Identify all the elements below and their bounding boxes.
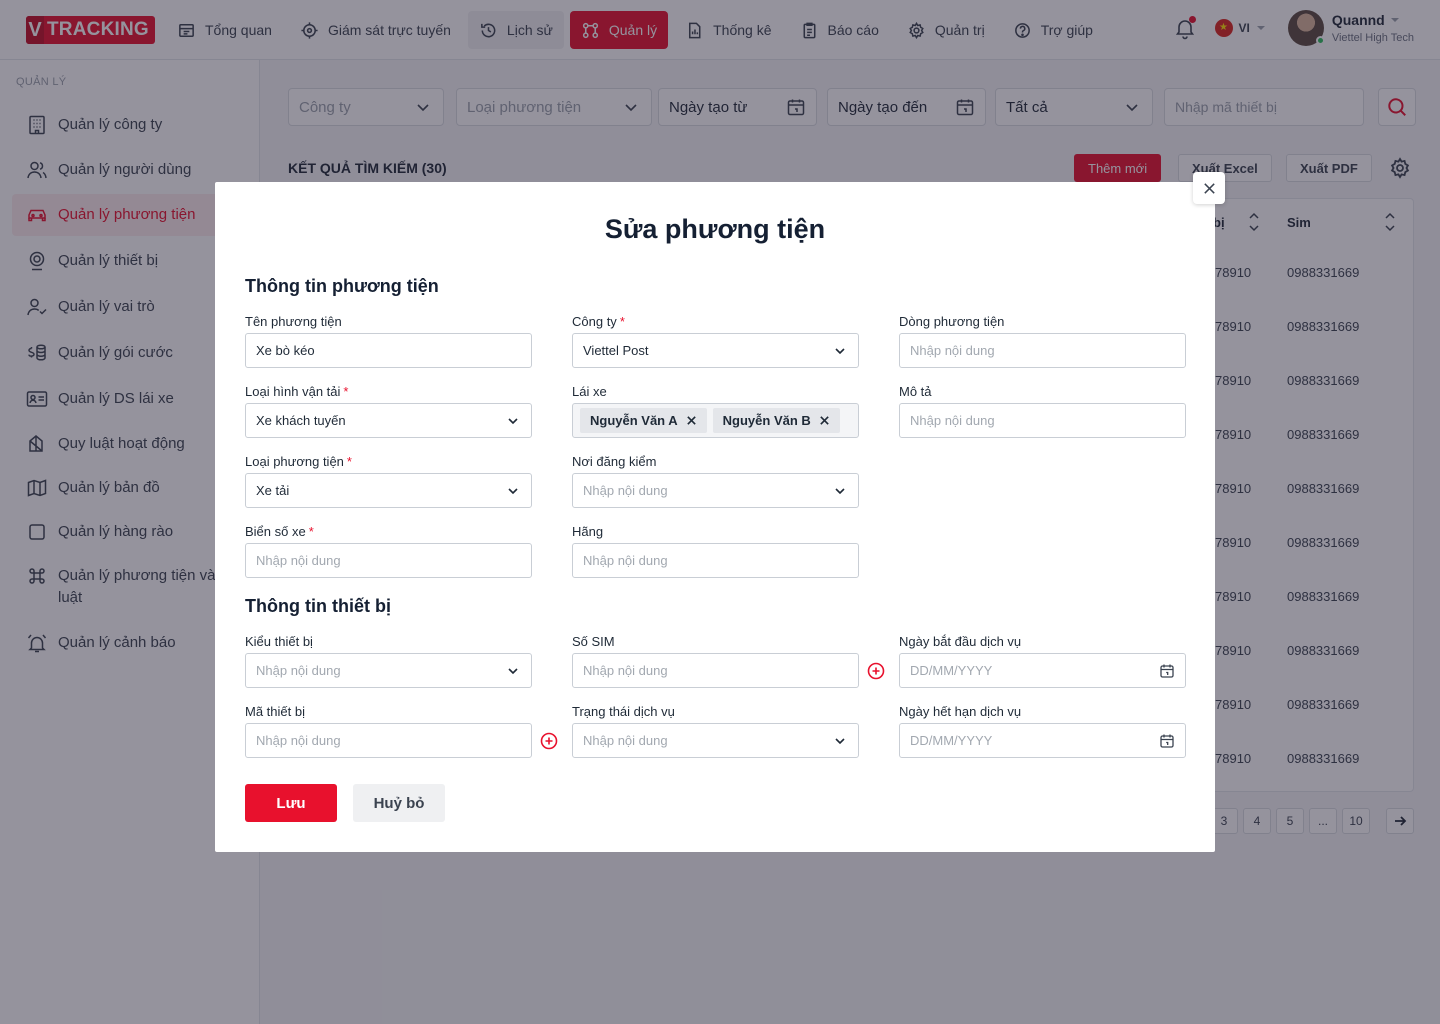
- chevron-down-icon: [835, 737, 845, 744]
- input-placeholder: DD/MM/YYYY: [910, 663, 993, 678]
- input-placeholder: DD/MM/YYYY: [910, 733, 993, 748]
- select-placeholder: Nhập nội dung: [256, 663, 341, 678]
- field-label: Công ty *: [572, 314, 625, 329]
- required-mark: *: [343, 384, 349, 399]
- modal-close-button[interactable]: [1193, 172, 1225, 204]
- driver-tag: Nguyễn Văn A: [580, 408, 707, 433]
- calendar-icon[interactable]: [1159, 663, 1175, 679]
- required-mark: *: [619, 314, 625, 329]
- calendar-icon[interactable]: [1159, 733, 1175, 749]
- input-placeholder: Nhập nội dung: [583, 663, 668, 678]
- vehicle-name-input[interactable]: Xe bò kéo: [245, 333, 532, 368]
- label-text: Mô tả: [899, 384, 932, 399]
- input-placeholder: Nhập nội dung: [256, 733, 341, 748]
- input-placeholder: Nhập nội dung: [910, 343, 995, 358]
- device-code-input[interactable]: Nhập nội dung: [245, 723, 532, 758]
- field-label: Hãng: [572, 524, 603, 539]
- field-label: Mã thiết bị: [245, 704, 305, 719]
- label-text: Nơi đăng kiểm: [572, 454, 657, 469]
- modal-title: Sửa phương tiện: [604, 214, 826, 244]
- label-text: Công ty: [572, 314, 617, 329]
- device-model-select[interactable]: Nhập nội dung: [245, 653, 532, 688]
- close-icon: [1203, 182, 1215, 194]
- required-mark: *: [308, 524, 314, 539]
- select-placeholder: Nhập nội dung: [583, 733, 668, 748]
- field-label: Mô tả: [899, 384, 932, 399]
- field-label: Biển số xe *: [245, 524, 314, 539]
- chevron-down-icon: [835, 487, 845, 494]
- edit-vehicle-modal: Sửa phương tiện Thông tin phương tiện Tê…: [215, 182, 1215, 852]
- service-end-date-input[interactable]: DD/MM/YYYY: [899, 723, 1186, 758]
- vehicle-kind-select[interactable]: Xe tải: [245, 473, 532, 508]
- input-placeholder: Nhập nội dung: [256, 553, 341, 568]
- add-circle-icon[interactable]: [867, 662, 885, 680]
- field-label: Trạng thái dịch vụ: [572, 704, 675, 719]
- input-value: Xe bò kéo: [256, 343, 315, 358]
- field-label: Ngày bắt đầu dịch vụ: [899, 634, 1021, 649]
- chevron-down-icon: [835, 347, 845, 354]
- license-plate-input[interactable]: Nhập nội dung: [245, 543, 532, 578]
- label-text: Hãng: [572, 524, 604, 539]
- close-icon[interactable]: [819, 415, 830, 426]
- field-label: Nơi đăng kiểm: [572, 454, 656, 469]
- description-input[interactable]: Nhập nội dung: [899, 403, 1186, 438]
- save-button[interactable]: Lưu: [245, 784, 337, 822]
- label-text: Lái xe: [572, 384, 607, 399]
- close-icon[interactable]: [686, 415, 697, 426]
- inspection-place-select[interactable]: Nhập nội dung: [572, 473, 859, 508]
- cancel-button[interactable]: Huỷ bỏ: [353, 784, 445, 822]
- chevron-down-icon: [508, 667, 518, 674]
- label-text: Kiểu thiết bị: [245, 634, 313, 649]
- field-label: Kiểu thiết bị: [245, 634, 313, 649]
- input-placeholder: Nhập nội dung: [910, 413, 995, 428]
- label-text: Ngày bắt đầu dịch vụ: [899, 634, 1022, 649]
- required-mark: *: [346, 454, 352, 469]
- field-label: Số SIM: [572, 634, 615, 649]
- company-select[interactable]: Viettel Post: [572, 333, 859, 368]
- vehicle-line-input[interactable]: Nhập nội dung: [899, 333, 1186, 368]
- field-label: Dòng phương tiện: [899, 314, 1004, 329]
- transport-type-select[interactable]: Xe khách tuyến: [245, 403, 532, 438]
- select-value: Viettel Post: [583, 343, 649, 358]
- field-label: Loại phương tiện *: [245, 454, 352, 469]
- tag-label: Nguyễn Văn B: [722, 413, 811, 428]
- drivers-multiselect[interactable]: Nguyễn Văn A Nguyễn Văn B: [572, 403, 859, 438]
- input-placeholder: Nhập nội dung: [583, 553, 668, 568]
- label-text: Dòng phương tiện: [899, 314, 1005, 329]
- tag-label: Nguyễn Văn A: [590, 413, 678, 428]
- label-text: Ngày hết hạn dịch vụ: [899, 704, 1022, 719]
- chevron-down-icon: [508, 417, 518, 424]
- select-placeholder: Nhập nội dung: [583, 483, 668, 498]
- chevron-down-icon: [508, 487, 518, 494]
- select-value: Xe tải: [256, 483, 290, 498]
- sim-number-input[interactable]: Nhập nội dung: [572, 653, 859, 688]
- field-label: Ngày hết hạn dịch vụ: [899, 704, 1021, 719]
- label-text: Số SIM: [572, 634, 615, 649]
- field-label: Loại hình vận tải *: [245, 384, 348, 399]
- label-text: Mã thiết bị: [245, 704, 305, 719]
- select-value: Xe khách tuyến: [256, 413, 346, 428]
- label-text: Tên phương tiện: [245, 314, 342, 329]
- section-device-info: Thông tin thiết bị: [245, 596, 391, 616]
- section-vehicle-info: Thông tin phương tiện: [245, 276, 439, 296]
- field-label: Tên phương tiện: [245, 314, 342, 329]
- brand-input[interactable]: Nhập nội dung: [572, 543, 859, 578]
- label-text: Loại hình vận tải: [245, 384, 341, 399]
- driver-tag: Nguyễn Văn B: [712, 408, 840, 433]
- service-status-select[interactable]: Nhập nội dung: [572, 723, 859, 758]
- add-circle-icon[interactable]: [540, 732, 558, 750]
- label-text: Biển số xe: [245, 524, 306, 539]
- field-label: Lái xe: [572, 384, 607, 399]
- label-text: Trạng thái dịch vụ: [572, 704, 675, 719]
- service-start-date-input[interactable]: DD/MM/YYYY: [899, 653, 1186, 688]
- label-text: Loại phương tiện: [245, 454, 344, 469]
